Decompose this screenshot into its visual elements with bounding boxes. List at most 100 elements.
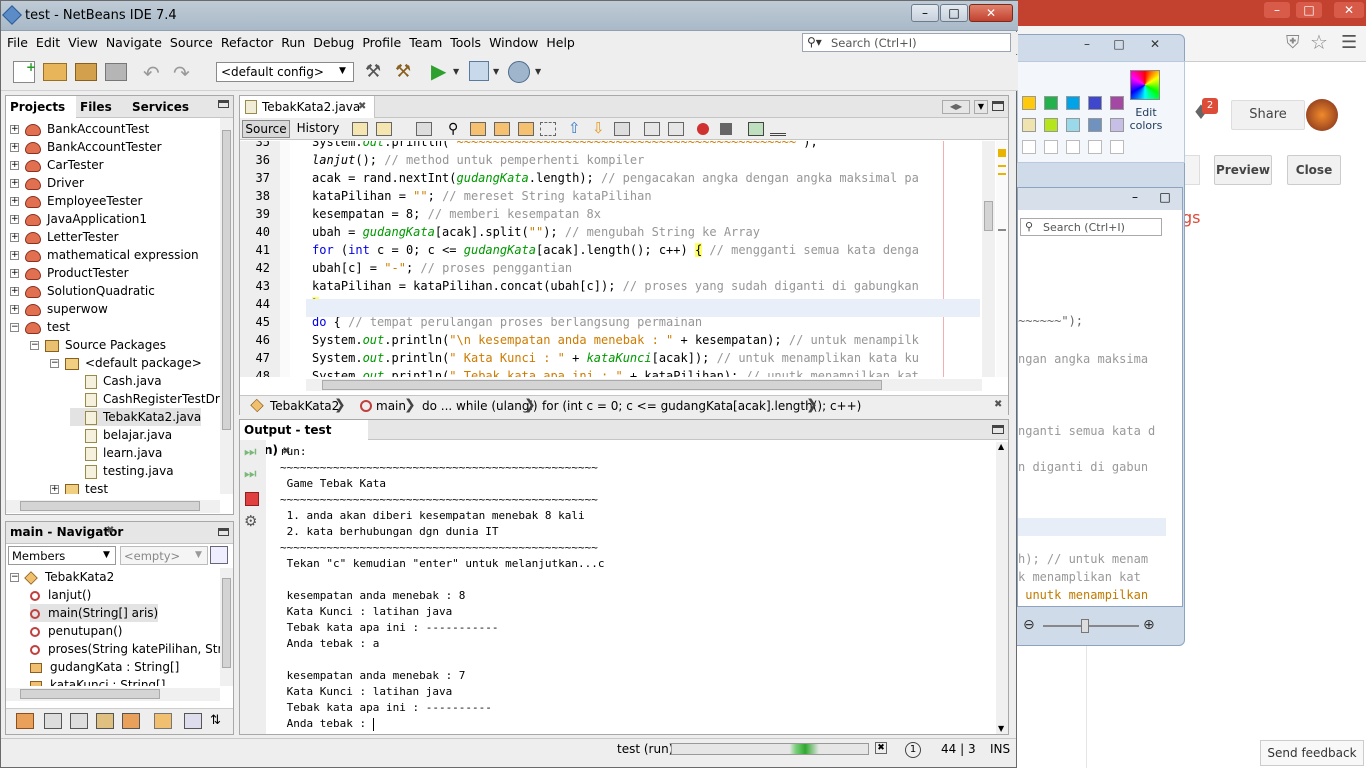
tree-item[interactable]: + CarTester xyxy=(10,156,104,174)
tree-item[interactable]: +Cash.java xyxy=(70,372,162,390)
notification-badge[interactable]: 1 xyxy=(905,742,921,758)
back-icon[interactable] xyxy=(376,122,392,136)
menu-window[interactable]: Window xyxy=(485,32,542,54)
members-select[interactable]: Members ▼ xyxy=(8,546,116,565)
color-swatch[interactable] xyxy=(1022,118,1036,132)
toggle-bookmark-icon[interactable] xyxy=(614,122,630,136)
code-line[interactable]: kesempatan = 8; // memberi kesempatan 8x xyxy=(312,205,601,223)
tree-item[interactable]: + EmployeeTester xyxy=(10,192,142,210)
menu-refactor[interactable]: Refactor xyxy=(217,32,277,54)
breadcrumb-class[interactable]: TebakKata2 xyxy=(270,399,339,413)
code-line[interactable]: kataPilihan = kataPilihan.concat(ubah[c]… xyxy=(312,277,919,295)
source-view-button[interactable]: Source xyxy=(242,120,290,138)
send-feedback-button[interactable]: Send feedback xyxy=(1260,740,1364,766)
scrollbar-thumb[interactable] xyxy=(20,501,200,511)
editor-vscrollbar[interactable] xyxy=(982,141,995,377)
tree-item[interactable]: +TebakKata2.java xyxy=(70,408,202,426)
paint-minimize-button[interactable]: – xyxy=(1073,37,1101,53)
find-icon[interactable]: ⚲ xyxy=(448,121,458,137)
color-swatch[interactable] xyxy=(1066,118,1080,132)
menu-view[interactable]: View xyxy=(64,32,102,54)
profile-dropdown-icon[interactable]: ▼ xyxy=(535,67,541,76)
run-icon[interactable]: ▶ xyxy=(431,59,446,83)
redo-icon[interactable]: ↷ xyxy=(173,61,190,85)
record-macro-icon[interactable] xyxy=(697,123,709,135)
scrollbar-thumb[interactable] xyxy=(20,689,160,699)
shift-right-icon[interactable] xyxy=(668,122,684,136)
collapse-icon[interactable]: − xyxy=(10,323,19,332)
config-select[interactable]: <default config> ▼ xyxy=(216,62,354,82)
profile-icon[interactable] xyxy=(508,61,530,83)
warning-marker[interactable] xyxy=(998,165,1006,167)
minimize-panel-icon[interactable] xyxy=(218,528,229,536)
shift-left-icon[interactable] xyxy=(644,122,660,136)
uncomment-icon[interactable] xyxy=(770,122,786,136)
warning-marker[interactable] xyxy=(998,149,1006,157)
browser-maximize-button[interactable]: □ xyxy=(1296,2,1322,18)
tree-item[interactable]: − test xyxy=(10,318,70,336)
browser-close-button[interactable]: ✕ xyxy=(1334,2,1364,18)
minimize-panel-icon[interactable] xyxy=(218,100,229,108)
tree-item[interactable]: + BankAccountTester xyxy=(10,138,162,156)
show-fqn-icon[interactable] xyxy=(154,713,172,729)
navigator-item[interactable]: penutupan() xyxy=(30,622,122,640)
save-all-icon[interactable] xyxy=(105,63,127,81)
output-vscrollbar[interactable]: ▲ ▼ xyxy=(996,442,1008,734)
color-swatch[interactable] xyxy=(1110,96,1124,110)
search-input[interactable]: ⚲▾ Search (Ctrl+I) xyxy=(802,33,1011,52)
tree-item[interactable]: +CashRegisterTestDrive xyxy=(70,390,220,408)
tree-item[interactable]: +testing.java xyxy=(70,462,174,480)
warning-marker[interactable] xyxy=(998,173,1006,175)
history-view-button[interactable]: History xyxy=(294,120,342,138)
menu-icon[interactable]: ☰ xyxy=(1341,32,1357,53)
menu-run[interactable]: Run xyxy=(277,32,309,54)
tree-item[interactable]: + superwow xyxy=(10,300,108,318)
tree-item[interactable]: + Driver xyxy=(10,174,84,192)
code-line[interactable]: for (int c = 0; c <= gudangKata[acak].le… xyxy=(312,241,919,259)
navigator-settings-icon[interactable] xyxy=(210,546,228,564)
color-swatch[interactable] xyxy=(1044,96,1058,110)
code-line[interactable]: System.out.println("\n kesempatan anda m… xyxy=(312,331,919,349)
tree-item[interactable]: +belajar.java xyxy=(70,426,172,444)
zoom-in-icon[interactable]: ⊕ xyxy=(1143,617,1155,633)
editor-hscrollbar[interactable] xyxy=(306,379,982,391)
code-line[interactable]: System.out.println("~~~~~~~~~~~~~~~~~~~~… xyxy=(312,141,818,151)
expand-icon[interactable]: + xyxy=(10,179,19,188)
navigator-item[interactable]: proses(String katePilihan, Strin xyxy=(30,640,220,658)
expand-icon[interactable]: + xyxy=(10,215,19,224)
clean-build-icon[interactable]: ⚒ xyxy=(395,61,411,82)
browser-minimize-button[interactable]: – xyxy=(1264,2,1290,18)
tree-item[interactable]: + LetterTester xyxy=(10,228,119,246)
share-button[interactable]: Share xyxy=(1231,100,1305,130)
show-inherited-icon[interactable] xyxy=(16,713,34,729)
previous-bookmark-icon[interactable]: ⇧ xyxy=(568,119,581,137)
color-swatch[interactable] xyxy=(1110,118,1124,132)
expand-icon[interactable]: + xyxy=(10,287,19,296)
code-line[interactable]: System.out.println(" Kata Kunci : " + ka… xyxy=(312,349,919,367)
navigator-item[interactable]: gudangKata : String[] xyxy=(30,658,179,676)
paint-close-button[interactable]: ✕ xyxy=(1141,37,1169,53)
menu-team[interactable]: Team xyxy=(405,32,446,54)
navigator-item[interactable]: main(String[] aris) xyxy=(30,604,159,622)
scrollbar-thumb[interactable] xyxy=(322,380,882,390)
filter-select[interactable]: <empty> ▼ xyxy=(120,546,208,565)
navigator-item[interactable]: lanjut() xyxy=(30,586,91,604)
scrollbar-thumb[interactable] xyxy=(984,201,993,231)
navigator-item[interactable]: kataKunci : String[] xyxy=(30,676,165,686)
tree-item[interactable]: +learn.java xyxy=(70,444,162,462)
menu-edit[interactable]: Edit xyxy=(32,32,64,54)
preview-button[interactable]: Preview xyxy=(1214,155,1272,185)
scrollbar-thumb[interactable] xyxy=(222,578,231,668)
build-icon[interactable]: ⚒ xyxy=(365,61,381,82)
edit-colors-label[interactable]: Edit colors xyxy=(1124,106,1168,132)
open-project-icon[interactable] xyxy=(75,63,97,81)
tab-tebakkata2[interactable]: TebakKata2.java ✖ xyxy=(240,96,375,118)
edit-colors-icon[interactable] xyxy=(1130,70,1160,100)
expand-icon[interactable]: + xyxy=(10,233,19,242)
scrollbar-thumb[interactable] xyxy=(222,130,231,430)
scroll-tabs-icon[interactable]: ◀▶ xyxy=(942,100,970,114)
star-icon[interactable]: ☆ xyxy=(1310,30,1328,54)
menu-navigate[interactable]: Navigate xyxy=(102,32,166,54)
minimize-button[interactable]: – xyxy=(911,4,939,22)
projects-vscrollbar[interactable] xyxy=(220,118,233,494)
